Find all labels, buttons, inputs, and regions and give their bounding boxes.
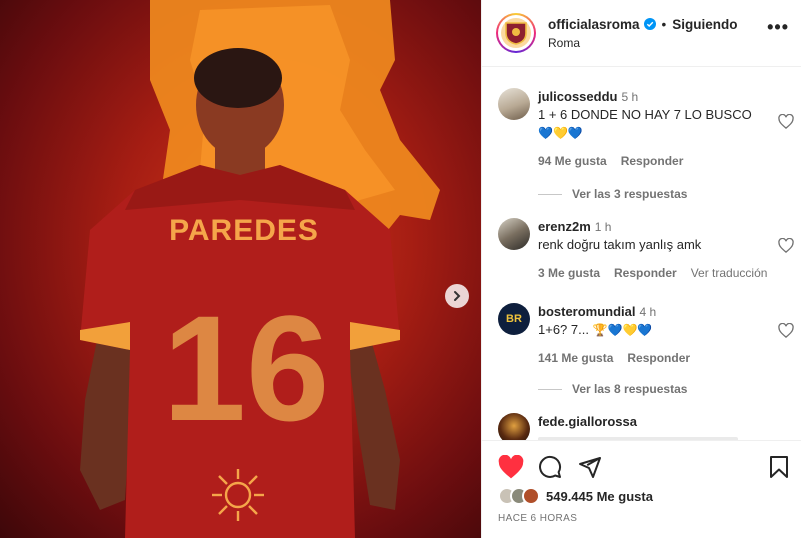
comment-item: julicosseddu 5 h 1 + 6 DONDE NO HAY 7 LO … — [498, 88, 794, 170]
comment-avatar[interactable] — [498, 218, 530, 250]
post-time[interactable]: HACE 6 HORAS — [498, 513, 577, 524]
post-image[interactable]: PAREDES 16 — [0, 0, 481, 538]
comment-heart-icon[interactable] — [778, 323, 794, 338]
comment-time[interactable]: 1 h — [595, 220, 612, 234]
jersey-name: PAREDES — [169, 214, 319, 247]
view-replies-label: Ver las 3 respuestas — [572, 187, 688, 201]
jersey-number: 16 — [163, 284, 330, 452]
reply-button[interactable]: Responder — [621, 152, 684, 170]
likes-summary[interactable]: 549.445 Me gusta — [498, 487, 653, 505]
roma-crest-icon — [501, 18, 531, 48]
next-image-button[interactable] — [445, 284, 469, 308]
comment-username[interactable]: fede.giallorossa — [538, 414, 637, 429]
heart-icon[interactable] — [498, 455, 524, 479]
translate-button[interactable]: Ver traducción — [691, 264, 768, 282]
share-icon[interactable] — [578, 455, 602, 479]
post-photo: PAREDES 16 — [80, 0, 440, 538]
verified-icon — [643, 18, 656, 30]
account-username[interactable]: officialasroma — [548, 17, 640, 32]
comment-likes[interactable]: 141 Me gusta — [538, 349, 613, 367]
view-replies-label: Ver las 8 respuestas — [572, 382, 688, 396]
comment-username[interactable]: julicosseddu — [538, 89, 617, 104]
view-replies-button[interactable]: Ver las 8 respuestas — [538, 382, 687, 396]
post-header: officialasroma • Siguiendo Roma ••• — [482, 0, 801, 67]
reply-button[interactable]: Responder — [614, 264, 677, 282]
comment-avatar[interactable]: BR — [498, 303, 530, 335]
post-panel: officialasroma • Siguiendo Roma ••• juli… — [481, 0, 801, 538]
following-button[interactable]: Siguiendo — [672, 17, 737, 32]
reply-button[interactable]: Responder — [627, 349, 690, 367]
view-replies-button[interactable]: Ver las 3 respuestas — [538, 187, 687, 201]
comment-item: BR bosteromundial 4 h 1+6? 7... 🏆💙💛💙 141 … — [498, 303, 794, 367]
comment-text: 1+6? 7... — [538, 322, 589, 337]
comment-avatar[interactable] — [498, 88, 530, 120]
comment-username[interactable]: bosteromundial — [538, 304, 636, 319]
comment-time[interactable]: 4 h — [640, 305, 657, 319]
next-arrow-icon — [454, 291, 461, 301]
comment-heart-icon[interactable] — [778, 114, 794, 129]
post-actions: 549.445 Me gusta HACE 6 HORAS — [482, 440, 801, 538]
separator-dot: • — [661, 16, 667, 32]
comment-item: erenz2m 1 h renk doğru takım yanlış amk 3… — [498, 218, 794, 282]
comment-avatar-logo: BR — [506, 313, 522, 325]
comment-text: 1 + 6 DONDE NO HAY 7 LO BUSCO — [538, 107, 752, 122]
more-options-icon[interactable]: ••• — [767, 18, 789, 36]
liker-avatar — [522, 487, 540, 505]
comment-username[interactable]: erenz2m — [538, 219, 591, 234]
comment-emoji: 💙💛💙 — [538, 126, 583, 140]
comment-avatar[interactable] — [498, 413, 530, 440]
bookmark-icon[interactable] — [768, 455, 790, 479]
comment-item: fede.giallorossa — [498, 413, 788, 440]
comment-text: renk doğru takım yanlış amk — [538, 237, 702, 252]
post-location[interactable]: Roma — [548, 36, 738, 50]
comments-list: julicosseddu 5 h 1 + 6 DONDE NO HAY 7 LO … — [482, 68, 801, 440]
comment-emoji: 🏆💙💛💙 — [592, 323, 653, 337]
comment-likes[interactable]: 3 Me gusta — [538, 264, 600, 282]
likes-count[interactable]: 549.445 Me gusta — [546, 489, 653, 504]
account-avatar[interactable] — [496, 13, 536, 53]
comment-heart-icon[interactable] — [778, 238, 794, 253]
comment-icon[interactable] — [538, 455, 562, 479]
comment-likes[interactable]: 94 Me gusta — [538, 152, 607, 170]
comment-time[interactable]: 5 h — [621, 90, 638, 104]
